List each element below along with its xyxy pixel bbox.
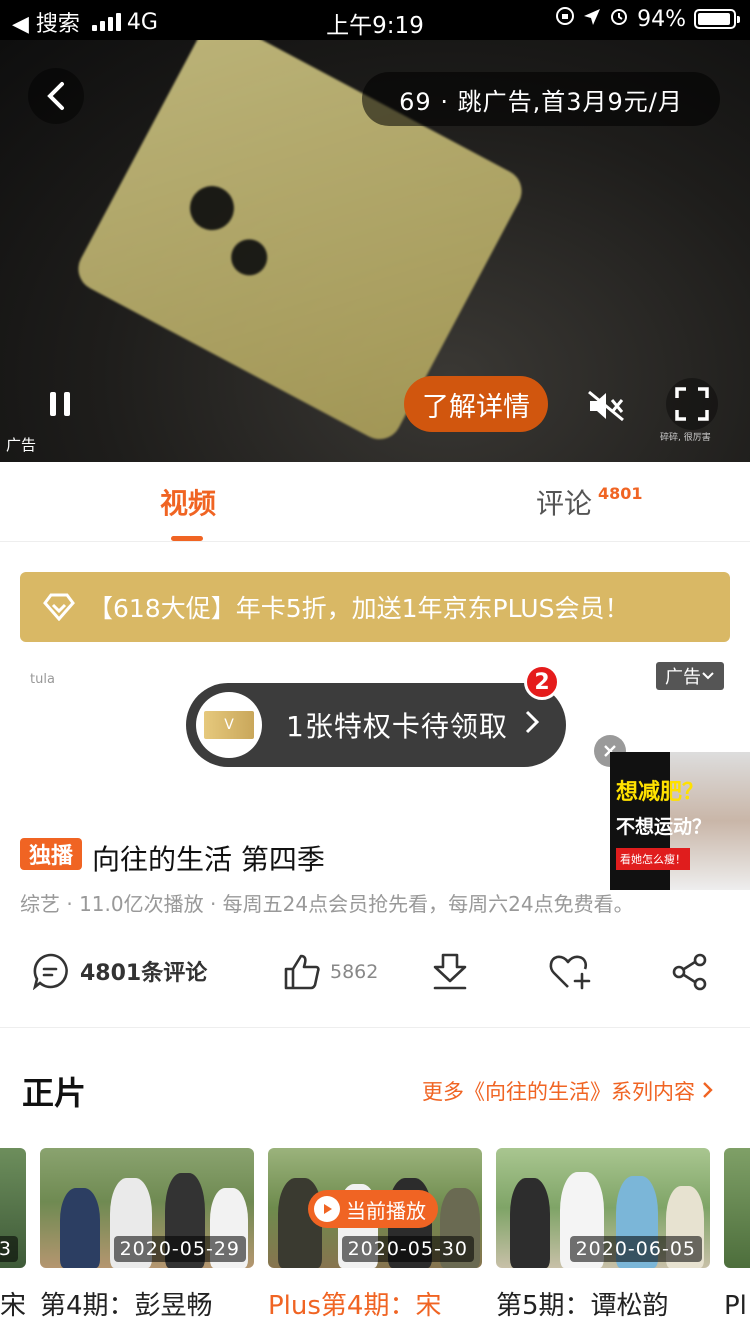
tab-video[interactable]: 视频 [160, 482, 216, 522]
episode-caption[interactable]: 第4期：彭昱畅 [40, 1290, 254, 1322]
video-player[interactable]: 69 · 跳广告,首3月9元/月 广告 了解详情 碎碎, 很厉害 [0, 40, 750, 462]
episode-caption[interactable]: Plus第4期：宋 [268, 1290, 482, 1322]
episode-card-current[interactable]: 当前播放 2020-05-30 [268, 1148, 482, 1268]
episode-date: 23 [0, 1236, 18, 1262]
battery-percent: 94% [637, 6, 686, 32]
comments-button[interactable]: 4801条评论 [32, 952, 207, 990]
float-ad-line1: 想减肥？ [616, 780, 705, 805]
chevron-down-icon [702, 672, 714, 680]
location-icon [583, 7, 601, 32]
more-series-label: 更多《向往的生活》系列内容 [422, 1080, 695, 1104]
episode-card[interactable]: 2020-05-29 [40, 1148, 254, 1268]
app-root: ◀ 搜索 4G 上午9:19 94% 69 · 跳广告,首3月9元/月 广告 了… [0, 0, 750, 1334]
float-ad-line3: 看她怎么瘦！ [616, 848, 690, 870]
share-button[interactable] [670, 952, 710, 992]
action-bar: 4801条评论 5862 [0, 940, 750, 1028]
learn-more-button[interactable]: 了解详情 [404, 376, 548, 432]
show-meta: 综艺 · 11.0亿次播放 · 每周五24点会员抢先看，每周六24点免费看。 [20, 892, 634, 916]
tab-comments-count: 4801 [598, 484, 643, 503]
video-watermark: 碎碎, 很厉害 [660, 433, 711, 443]
camera-lens-shape [224, 233, 274, 282]
content-tabs: 视频 评论 4801 [0, 462, 750, 542]
ad-tag-button[interactable]: 广告 [656, 662, 724, 690]
camera-lens-shape [182, 178, 242, 238]
vip-promo-banner[interactable]: 【618大促】年卡5折，加送1年京东PLUS会员！ [20, 572, 730, 642]
likes-count: 5862 [330, 961, 379, 983]
download-icon [433, 953, 467, 990]
episode-date: 2020-05-30 [341, 1236, 474, 1262]
episode-card[interactable] [724, 1148, 750, 1268]
battery-icon [694, 9, 740, 29]
episode-thumbnail [724, 1148, 750, 1268]
status-bar: ◀ 搜索 4G 上午9:19 94% [0, 0, 750, 40]
chevron-left-icon [47, 82, 64, 110]
comments-count-label: 4801条评论 [80, 961, 208, 986]
speaker-muted-icon [588, 390, 624, 422]
ad-label: 广告 [6, 436, 37, 454]
heart-plus-icon [549, 955, 591, 990]
promo-text: 【618大促】年卡5折，加送1年京东PLUS会员！ [88, 594, 630, 623]
episode-card[interactable]: 2020-06-05 [496, 1148, 710, 1268]
diamond-icon [42, 590, 76, 624]
floating-ad[interactable]: 想减肥？ 不想运动？ 看她怎么瘦！ [610, 752, 750, 890]
more-series-link[interactable]: 更多《向往的生活》系列内容 [422, 1076, 714, 1106]
thumbs-up-icon [284, 954, 320, 990]
fullscreen-icon [675, 387, 709, 421]
play-icon [314, 1196, 340, 1222]
exclusive-badge: 独播 [20, 838, 82, 870]
privilege-card-text: 1张特权卡待领取 [286, 710, 508, 743]
mute-button[interactable] [584, 386, 628, 426]
now-playing-label: 当前播放 [346, 1198, 426, 1223]
chevron-right-icon [524, 708, 540, 743]
notification-badge: 2 [524, 664, 560, 700]
pause-button[interactable] [40, 384, 80, 424]
float-ad-line2: 不想运动？ [616, 816, 712, 838]
battery-fill [698, 13, 730, 25]
share-icon [672, 953, 707, 991]
now-playing-badge: 当前播放 [308, 1190, 438, 1228]
chevron-right-icon [702, 1082, 713, 1098]
privilege-card-button[interactable]: V 1张特权卡待领取 [186, 683, 566, 767]
fullscreen-button[interactable] [666, 378, 718, 430]
tab-comments[interactable]: 评论 [536, 482, 592, 522]
section-title: 正片 [22, 1074, 87, 1112]
back-button[interactable] [28, 68, 84, 124]
download-button[interactable] [430, 952, 470, 992]
like-button[interactable]: 5862 [282, 952, 378, 992]
ad-brand-logo: tula [30, 672, 55, 687]
episode-caption[interactable]: Pl [724, 1290, 750, 1322]
skip-ad-button[interactable]: 69 · 跳广告,首3月9元/月 [362, 72, 720, 126]
episode-caption[interactable]: 宋 [0, 1290, 26, 1322]
vip-card-thumbnail: V [196, 692, 262, 758]
episode-card[interactable]: 23 [0, 1148, 26, 1268]
episode-date: 2020-06-05 [569, 1236, 702, 1262]
ad-tag-label: 广告 [665, 667, 701, 688]
comment-icon [32, 953, 68, 990]
rotation-lock-icon [555, 6, 575, 32]
alarm-icon [609, 6, 629, 32]
status-right: 94% [555, 6, 740, 32]
episode-date: 2020-05-29 [113, 1236, 246, 1262]
active-tab-indicator [171, 536, 203, 541]
episode-caption[interactable]: 第5期：谭松韵 [496, 1290, 710, 1322]
show-title[interactable]: 向往的生活 第四季 [92, 838, 325, 878]
vip-card-thumbnail-label: V [204, 711, 254, 739]
add-favorite-button[interactable] [548, 952, 592, 992]
